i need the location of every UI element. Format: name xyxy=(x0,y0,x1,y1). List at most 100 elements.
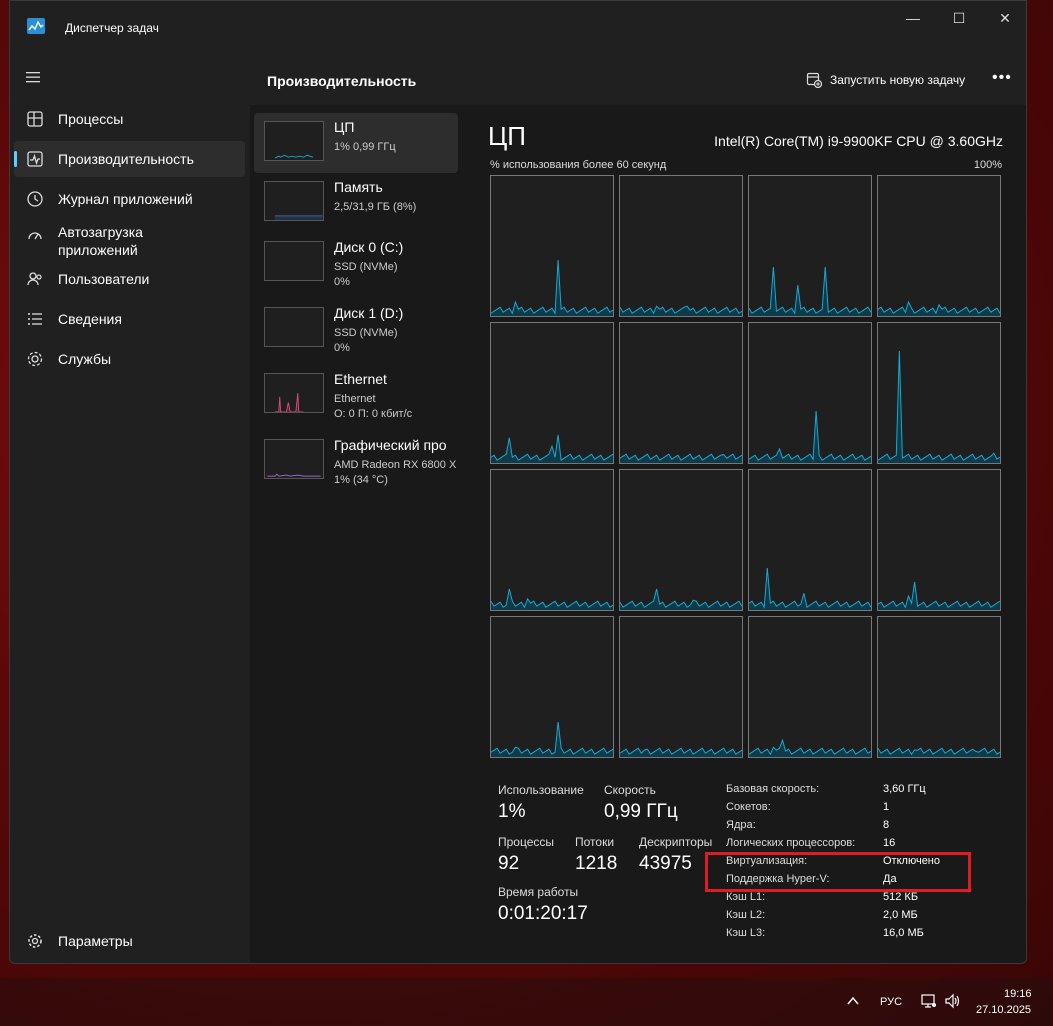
sidebar-item-label: Производительность xyxy=(58,151,194,167)
core-graph-9 xyxy=(619,469,743,611)
core-graph-area xyxy=(749,267,871,316)
core-graph-6 xyxy=(748,322,872,464)
sidebar-item-users[interactable]: Пользователи xyxy=(14,261,245,297)
device-ethernet[interactable]: Ethernet Ethernet О: 0 П: 0 кбит/с xyxy=(254,365,458,425)
device-sub1: 1% 0,99 ГГц xyxy=(334,141,396,153)
core-graph-line xyxy=(877,350,1001,461)
base-speed-key: Базовая скорость: xyxy=(726,783,820,795)
device-name: Диск 0 (C:) xyxy=(334,239,404,255)
device-sub1: Ethernet xyxy=(334,393,376,405)
core-graph-13 xyxy=(619,616,743,758)
language-indicator[interactable]: РУС xyxy=(880,996,902,1008)
device-cpu[interactable]: ЦП 1% 0,99 ГГц xyxy=(254,113,458,173)
core-graph-trace xyxy=(748,266,872,316)
clock-time[interactable]: 19:16 xyxy=(1004,988,1032,1000)
chevron-up-icon[interactable] xyxy=(846,994,860,1008)
device-sub2: 0% xyxy=(334,276,350,288)
core-graph-trace xyxy=(877,747,1001,757)
core-graph-0 xyxy=(490,175,614,317)
app-title: Диспетчер задач xyxy=(65,21,159,35)
graph-max: 100% xyxy=(973,159,1002,171)
core-graph-trace xyxy=(490,259,614,316)
cpu-thumbnail xyxy=(264,121,324,161)
maximize-button[interactable]: ☐ xyxy=(936,7,982,29)
cpu-title: ЦП xyxy=(488,121,526,151)
network-icon[interactable] xyxy=(920,992,938,1010)
usage-label: Использование xyxy=(498,783,584,797)
ethernet-thumbnail xyxy=(264,373,324,413)
more-options-button[interactable]: ••• xyxy=(992,69,1012,89)
l3-cache-key: Кэш L3: xyxy=(726,927,766,939)
core-graph-trace xyxy=(619,588,743,610)
close-button[interactable]: ✕ xyxy=(982,7,1026,29)
volume-icon[interactable] xyxy=(944,992,962,1010)
core-graph-7 xyxy=(877,322,1001,464)
sidebar-item-label: Сведения xyxy=(58,311,122,327)
l3-cache-value: 16,0 МБ xyxy=(883,927,924,939)
speed-label: Скорость xyxy=(604,783,656,797)
cpu-model: Intel(R) Core(TM) i9-9900KF CPU @ 3.60GH… xyxy=(714,133,1003,149)
device-name: Диск 1 (D:) xyxy=(334,305,404,321)
minimize-button[interactable]: — xyxy=(890,7,936,29)
l2-cache-key: Кэш L2: xyxy=(726,909,766,921)
gear-icon xyxy=(28,934,42,948)
core-graph-area xyxy=(749,411,871,463)
red-highlight-box xyxy=(705,852,971,892)
device-sub1: 2,5/31,9 ГБ (8%) xyxy=(334,201,417,213)
core-graph-4 xyxy=(490,322,614,464)
core-graph-line xyxy=(748,411,872,461)
task-manager-app-icon xyxy=(27,18,45,34)
sidebar-item-performance[interactable]: Производительность xyxy=(14,141,245,177)
sidebar-item-startup-apps[interactable]: Автозагрузка приложений xyxy=(14,221,245,261)
sockets-value: 1 xyxy=(883,801,890,813)
core-graph-15 xyxy=(877,616,1001,758)
run-new-task-button[interactable]: Запустить новую задачу xyxy=(806,69,965,91)
core-graph-2 xyxy=(748,175,872,317)
core-graph-trace xyxy=(748,738,872,757)
core-graph-area xyxy=(620,306,742,316)
device-sub2: О: 0 П: 0 кбит/с xyxy=(334,408,413,420)
base-speed-value: 3,60 ГГц xyxy=(883,783,926,795)
core-graph-area xyxy=(749,740,871,757)
device-sub2: 0% xyxy=(334,342,350,354)
device-gpu[interactable]: Графический про AMD Radeon RX 6800 X 1% … xyxy=(254,431,468,491)
device-sub1: SSD (NVMe) xyxy=(334,261,398,273)
logical-processors-value: 16 xyxy=(883,837,896,849)
startup-icon xyxy=(28,232,42,240)
core-graph-14 xyxy=(748,616,872,758)
core-graph-area xyxy=(878,748,1000,757)
core-graph-line xyxy=(619,588,743,608)
core-graph-trace xyxy=(490,434,614,463)
sidebar-item-services[interactable]: Службы xyxy=(14,341,245,377)
memory-thumbnail xyxy=(264,181,324,221)
sidebar-item-details[interactable]: Сведения xyxy=(14,301,245,337)
processes-value: 92 xyxy=(498,853,520,874)
uptime-value: 0:01:20:17 xyxy=(498,903,588,924)
l2-cache-value: 2,0 МБ xyxy=(883,909,918,921)
active-indicator xyxy=(14,151,17,167)
handles-value: 43975 xyxy=(639,853,692,874)
core-graph-trace xyxy=(748,567,872,610)
sidebar-item-app-history[interactable]: Журнал приложений xyxy=(14,181,245,217)
device-sub1: SSD (NVMe) xyxy=(334,327,398,339)
hamburger-menu-icon[interactable] xyxy=(24,69,44,85)
device-disk-0[interactable]: Диск 0 (C:) SSD (NVMe) 0% xyxy=(254,233,458,293)
processes-label: Процессы xyxy=(498,835,555,849)
sidebar-item-processes[interactable]: Процессы xyxy=(14,101,245,137)
core-graph-trace xyxy=(490,588,614,610)
clock-date[interactable]: 27.10.2025 xyxy=(976,1004,1031,1016)
device-name: Память xyxy=(334,179,383,195)
core-graph-trace xyxy=(877,581,1001,610)
disk-1-thumbnail xyxy=(264,307,324,347)
new-task-icon xyxy=(806,72,822,88)
cores-value: 8 xyxy=(883,819,890,831)
device-memory[interactable]: Память 2,5/31,9 ГБ (8%) xyxy=(254,173,458,233)
history-icon xyxy=(27,191,43,207)
title-bar[interactable]: Диспетчер задач — ☐ ✕ xyxy=(10,1,1026,55)
services-icon xyxy=(27,351,43,367)
sidebar-item-settings[interactable]: Параметры xyxy=(14,923,245,959)
sidebar-item-label: Процессы xyxy=(58,111,124,127)
device-sub2: 1% (34 °C) xyxy=(334,474,388,486)
logical-processors-key: Логических процессоров: xyxy=(726,837,856,849)
device-disk-1[interactable]: Диск 1 (D:) SSD (NVMe) 0% xyxy=(254,299,458,359)
